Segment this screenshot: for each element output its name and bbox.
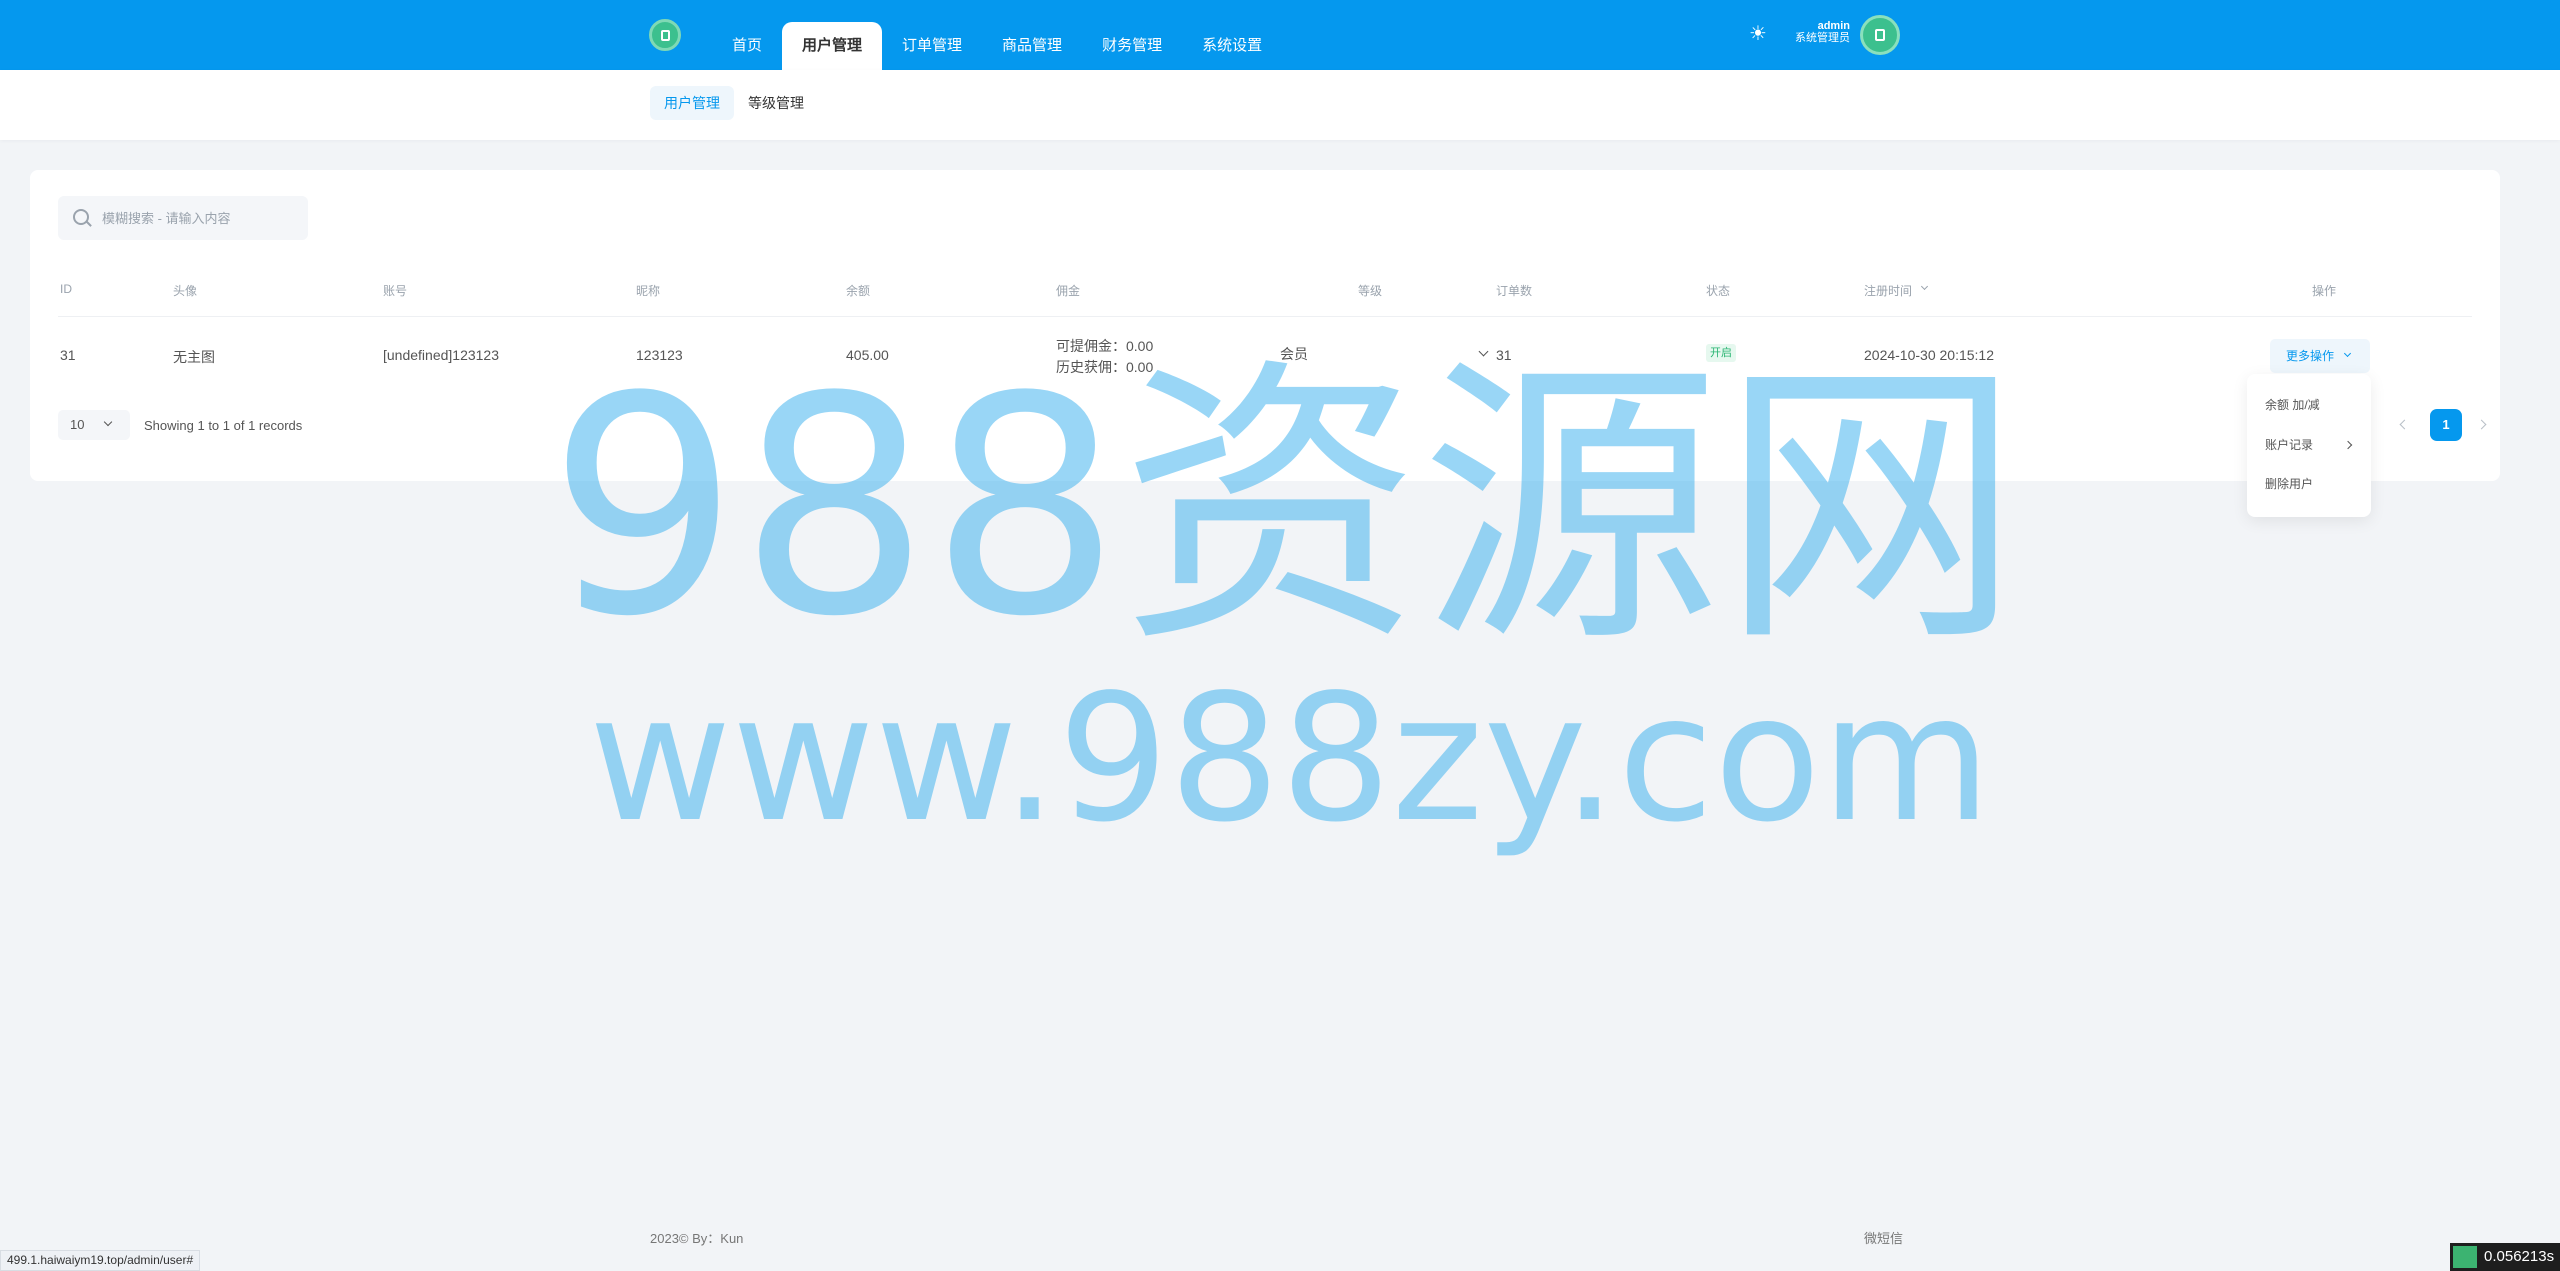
watermark-url: www.988zy.com [588, 658, 1992, 861]
commission-history: 历史获佣：0.00 [1056, 359, 1154, 375]
menu-item-account-records[interactable]: 账户记录 [2265, 436, 2313, 453]
logo-icon[interactable] [649, 19, 681, 51]
theme-toggle-icon[interactable]: ☀ [1748, 24, 1768, 44]
subnav-item-users[interactable]: 用户管理 [650, 86, 734, 120]
col-header-avatar: 头像 [173, 284, 198, 298]
more-actions-label: 更多操作 [2286, 349, 2335, 363]
search-icon [73, 209, 89, 225]
footer-link[interactable]: 微短信 [1864, 1228, 1903, 1247]
leaf-icon [2453, 1246, 2477, 1268]
chevron-down-icon [1478, 346, 1489, 357]
main-nav: 首页 用户管理 订单管理 商品管理 财务管理 系统设置 [712, 0, 1282, 70]
cell-id: 31 [60, 347, 76, 363]
subnav-item-levels[interactable]: 等级管理 [734, 86, 818, 120]
top-navbar: 首页 用户管理 订单管理 商品管理 财务管理 系统设置 ☀ admin 系统管理… [0, 0, 2560, 70]
chevron-down-icon [2343, 349, 2352, 358]
user-table-card: ID 头像 账号 昵称 余额 佣金 等级 订单数 状态 注册时间 操作 31 无… [30, 170, 2500, 481]
nav-item-settings[interactable]: 系统设置 [1182, 22, 1282, 70]
user-role: 系统管理员 [1795, 32, 1850, 44]
user-name: admin [1817, 20, 1850, 32]
debug-timer: 0.056213s [2450, 1243, 2560, 1271]
sort-chevron-icon[interactable] [1920, 282, 1929, 291]
footer-copyright: 2023© By：Kun [650, 1231, 744, 1246]
col-header-nickname: 昵称 [636, 284, 661, 298]
chevron-right-icon [2343, 440, 2353, 450]
commission-available: 可提佣金：0.00 [1056, 338, 1154, 354]
level-select[interactable]: 会员 [1280, 338, 1490, 370]
col-header-account: 账号 [383, 284, 408, 298]
col-header-balance: 余额 [846, 284, 871, 298]
sub-navbar: 用户管理 等级管理 [0, 70, 2560, 140]
more-actions-menu: 余额 加/减 账户记录 删除用户 [2247, 374, 2371, 517]
chevron-right-icon[interactable] [2476, 418, 2490, 432]
nav-item-home[interactable]: 首页 [712, 22, 782, 70]
col-header-actions: 操作 [2312, 284, 2337, 298]
page-button-1[interactable]: 1 [2430, 409, 2462, 441]
level-select-value: 会员 [1280, 346, 1308, 362]
chevron-down-icon [103, 417, 113, 427]
nav-item-users[interactable]: 用户管理 [782, 22, 883, 70]
col-header-status: 状态 [1706, 284, 1731, 298]
chevron-left-icon[interactable] [2396, 418, 2410, 432]
col-header-id: ID [60, 282, 72, 296]
col-header-orders: 订单数 [1496, 284, 1533, 298]
cell-registered: 2024-10-30 20:15:12 [1864, 347, 1994, 363]
timer-value: 0.056213s [2484, 1248, 2555, 1265]
col-header-level: 等级 [1358, 284, 1383, 298]
col-header-commission: 佣金 [1056, 284, 1081, 298]
search-box [58, 196, 308, 240]
records-info: Showing 1 to 1 of 1 records [144, 418, 303, 433]
cell-balance: 405.00 [846, 347, 889, 363]
menu-item-delete-user[interactable]: 删除用户 [2265, 475, 2313, 492]
menu-item-balance-adjust[interactable]: 余额 加/减 [2265, 396, 2320, 413]
status-bar-url: 499.1.haiwaiym19.top/admin/user# [0, 1250, 201, 1271]
col-header-registered[interactable]: 注册时间 [1864, 282, 1912, 299]
page-size-select[interactable]: 10 [58, 410, 130, 440]
search-input[interactable] [102, 196, 298, 240]
cell-account: [undefined]123123 [383, 347, 499, 363]
cell-avatar-image: 无主图 [173, 349, 215, 365]
nav-item-orders[interactable]: 订单管理 [882, 22, 982, 70]
status-badge: 开启 [1706, 344, 1736, 362]
nav-item-products[interactable]: 商品管理 [982, 22, 1082, 70]
cell-orders: 31 [1496, 347, 1512, 363]
page-size-value: 10 [70, 417, 85, 432]
header-divider [58, 316, 2472, 317]
more-actions-button[interactable]: 更多操作 [2270, 339, 2370, 373]
user-avatar-icon[interactable] [1860, 15, 1900, 55]
cell-commission: 可提佣金：0.00 历史获佣：0.00 [1056, 336, 1153, 378]
cell-nickname: 123123 [636, 347, 683, 363]
nav-item-finance[interactable]: 财务管理 [1082, 22, 1182, 70]
